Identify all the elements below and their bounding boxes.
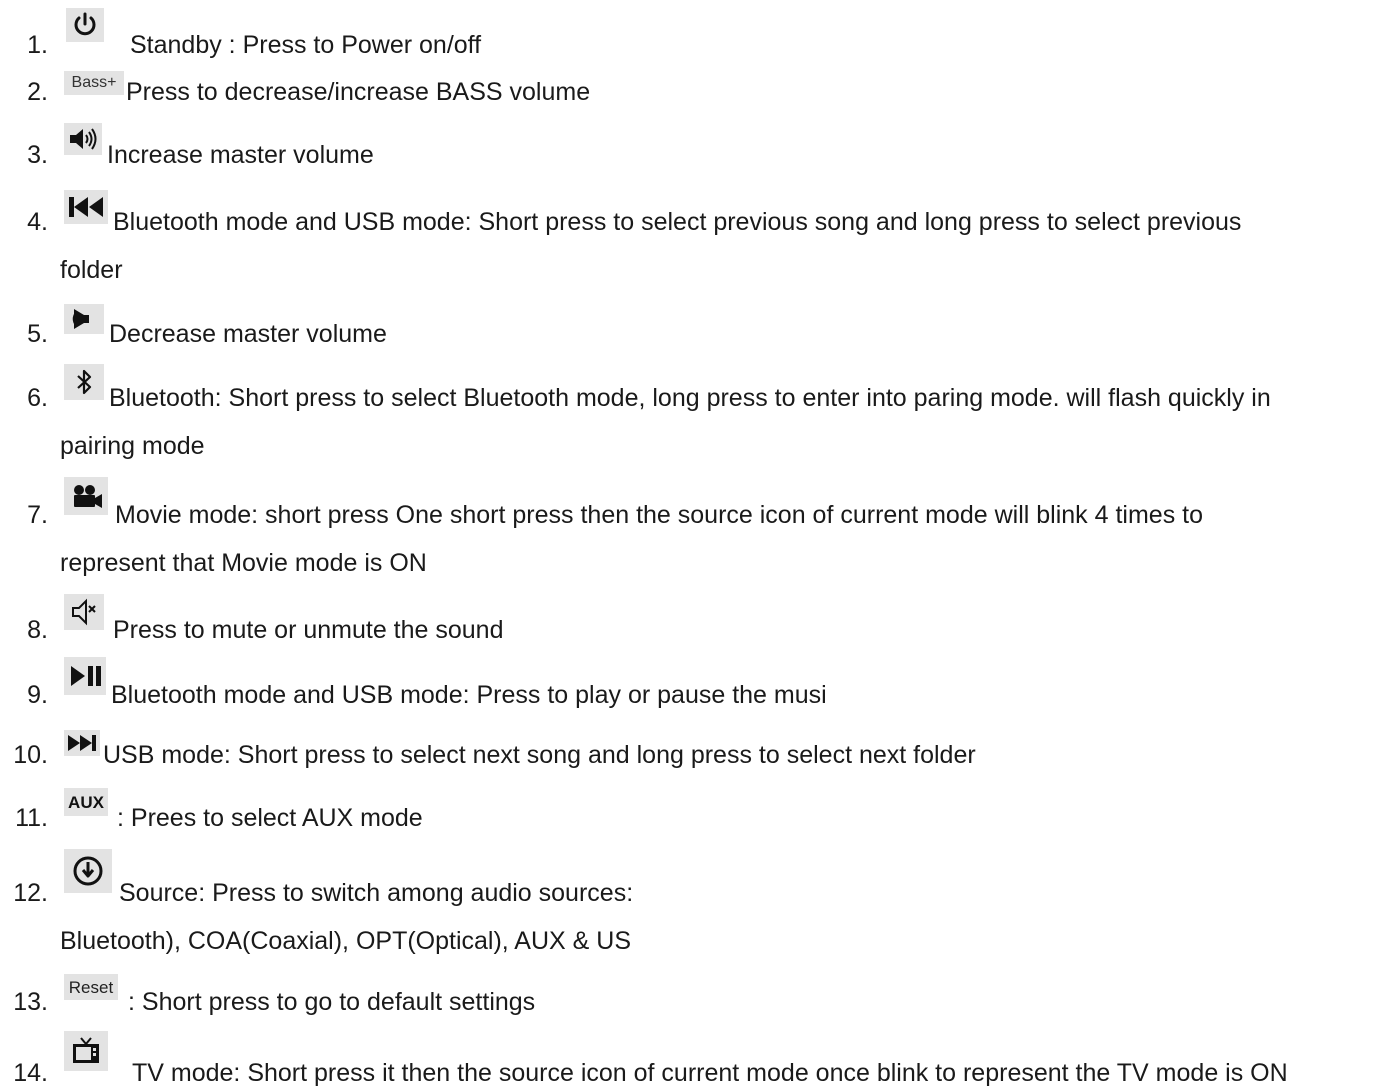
item-number: 9.	[27, 681, 48, 709]
volume-up-icon	[64, 123, 102, 155]
item-text-continued: Bluetooth), COA(Coaxial), OPT(Optical), …	[60, 927, 632, 955]
item-number: 5.	[27, 320, 48, 348]
reset-icon: Reset	[64, 974, 118, 1000]
item-text: Bluetooth: Short press to select Bluetoo…	[109, 384, 1271, 412]
item-number: 4.	[27, 208, 48, 236]
play-pause-icon	[64, 657, 106, 695]
item-text: Bluetooth mode and USB mode: Press to pl…	[111, 681, 827, 709]
reset-label: Reset	[68, 977, 114, 997]
item-text: : Short press to go to default settings	[128, 988, 536, 1016]
item-text-continued: represent that Movie mode is ON	[60, 549, 427, 577]
item-text: Press to decrease/increase BASS volume	[126, 78, 591, 106]
item-text: TV mode: Short press it then the source …	[132, 1059, 1288, 1087]
item-text: Movie mode: short press One short press …	[115, 501, 1203, 529]
item-number: 14.	[13, 1059, 48, 1087]
bass-plus-label: Bass+	[71, 74, 117, 91]
item-number: 3.	[27, 141, 48, 169]
item-number: 13.	[13, 988, 48, 1016]
item-number: 12.	[13, 879, 48, 907]
tv-icon	[64, 1031, 108, 1071]
bluetooth-icon	[64, 364, 104, 400]
aux-icon: AUX	[64, 788, 108, 816]
mute-icon	[64, 594, 104, 630]
item-text-continued: folder	[60, 256, 123, 284]
item-number: 11.	[15, 804, 48, 832]
item-text: Decrease master volume	[109, 320, 387, 348]
source-icon	[64, 849, 112, 893]
item-text: Press to mute or unmute the sound	[113, 616, 504, 644]
item-number: 10.	[13, 741, 48, 769]
item-text-continued: pairing mode	[60, 432, 205, 460]
item-number: 7.	[27, 501, 48, 529]
item-text: Standby : Press to Power on/off	[130, 31, 482, 59]
movie-camera-icon	[64, 477, 108, 515]
volume-down-icon	[64, 304, 104, 334]
item-text: Bluetooth mode and USB mode: Short press…	[113, 208, 1242, 236]
item-text: Increase master volume	[107, 141, 374, 169]
item-number: 8.	[27, 616, 48, 644]
aux-label: AUX	[68, 792, 104, 812]
item-number: 6.	[27, 384, 48, 412]
next-track-icon	[64, 730, 100, 756]
item-text: USB mode: Short press to select next son…	[103, 741, 976, 769]
item-number: 1.	[27, 31, 48, 59]
item-number: 2.	[27, 78, 48, 106]
power-icon	[66, 8, 104, 42]
bass-plus-icon: Bass+	[64, 71, 124, 95]
previous-track-icon	[64, 190, 108, 224]
item-text: : Prees to select AUX mode	[117, 804, 423, 832]
item-text: Source: Press to switch among audio sour…	[119, 879, 634, 907]
